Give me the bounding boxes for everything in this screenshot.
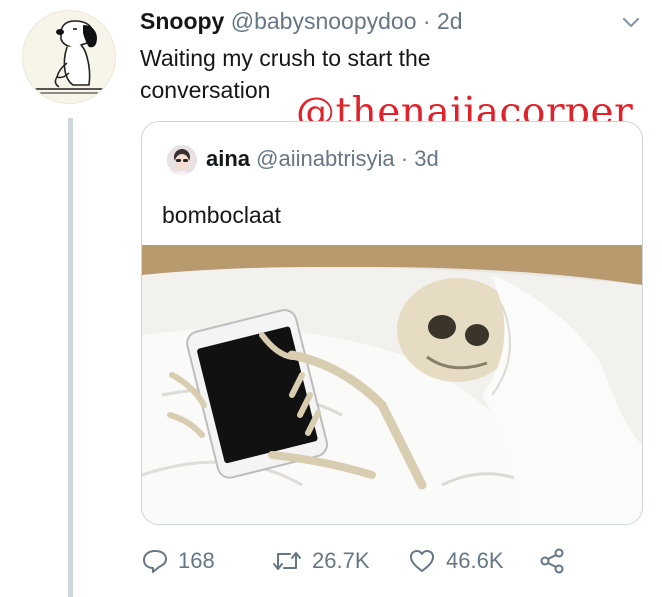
quote-display-name[interactable]: aina (206, 146, 250, 171)
thread-line (68, 118, 73, 597)
display-name[interactable]: Snoopy (140, 8, 224, 34)
separator-dot: · (422, 8, 431, 34)
share-icon (538, 547, 566, 575)
reply-count: 168 (178, 548, 215, 573)
quote-text: bomboclaat (162, 202, 281, 228)
quote-avatar[interactable] (167, 145, 197, 175)
retweet-count: 26.7K (312, 548, 370, 573)
heart-icon (408, 548, 436, 574)
retweet-icon (272, 548, 302, 574)
skeleton-in-bed-image (142, 245, 642, 524)
reply-icon (142, 548, 168, 574)
tweet-header: Snoopy @babysnoopydoo · 2d (140, 6, 463, 36)
quote-separator-dot: · (400, 146, 409, 171)
tweet-actions: 168 26.7K 46.6K (142, 542, 592, 580)
avatar[interactable] (22, 10, 116, 104)
quote-timestamp[interactable]: 3d (414, 146, 438, 171)
timestamp[interactable]: 2d (437, 8, 463, 34)
chevron-down-icon[interactable] (619, 10, 643, 34)
quoted-tweet-card[interactable]: aina @aiinabtrisyia · 3d bomboclaat (141, 121, 643, 525)
like-count: 46.6K (446, 548, 504, 573)
share-button[interactable] (538, 542, 566, 580)
reply-button[interactable]: 168 (142, 542, 215, 580)
quote-media-image[interactable] (142, 245, 642, 524)
quote-header: aina @aiinabtrisyia · 3d (206, 144, 439, 174)
user-handle[interactable]: @babysnoopydoo (231, 8, 417, 34)
snoopy-avatar-drawing (23, 11, 115, 103)
quote-user-handle[interactable]: @aiinabtrisyia (256, 146, 395, 171)
retweet-button[interactable]: 26.7K (272, 542, 370, 580)
like-button[interactable]: 46.6K (408, 542, 504, 580)
